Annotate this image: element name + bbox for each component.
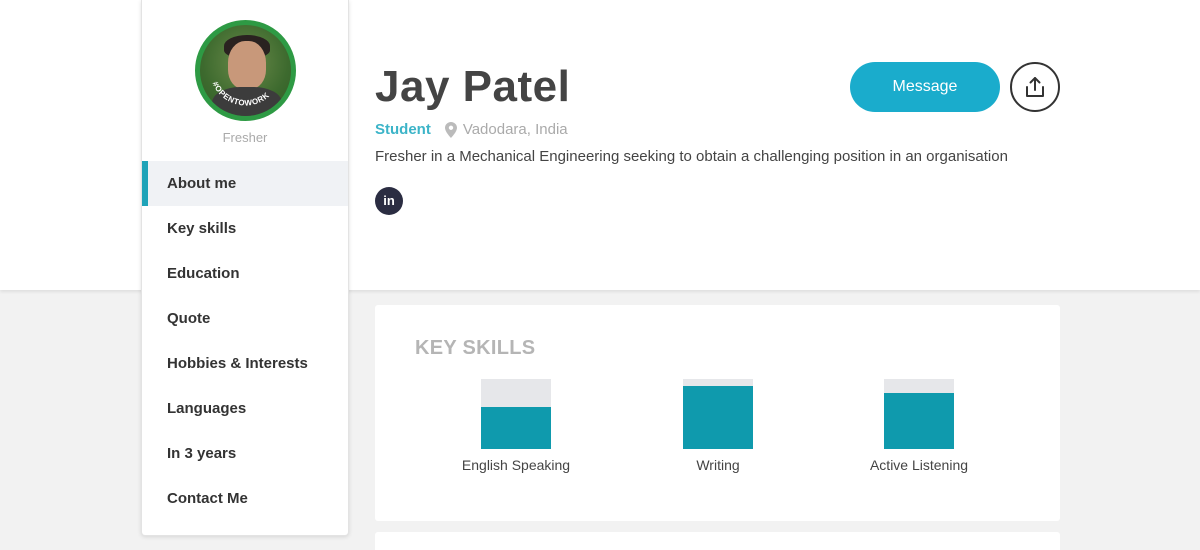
profile-status-line: Student Vadodara, India [375, 121, 568, 138]
sidebar-nav: About me Key skills Education Quote Hobb… [142, 161, 348, 521]
nav-item-languages[interactable]: Languages [142, 386, 348, 431]
nav-item-contact-me[interactable]: Contact Me [142, 476, 348, 521]
skill-label: English Speaking [461, 457, 571, 473]
skill-bar-track [884, 379, 954, 449]
location-pin-icon [444, 121, 457, 138]
profile-caption: Fresher [222, 130, 268, 145]
profile-name: Jay Patel [375, 62, 571, 111]
nav-item-education[interactable]: Education [142, 251, 348, 296]
skill-bar-fill [683, 386, 753, 449]
profile-summary: Fresher in a Mechanical Engineering seek… [375, 148, 1008, 165]
next-section-card [375, 532, 1060, 550]
skill-writing: Writing [638, 379, 798, 473]
nav-item-quote[interactable]: Quote [142, 296, 348, 341]
key-skills-title: KEY SKILLS [415, 337, 536, 359]
share-button[interactable] [1010, 62, 1060, 112]
linkedin-icon[interactable]: in [375, 187, 403, 215]
skill-active-listening: Active Listening [839, 379, 999, 473]
profile-location: Vadodara, India [462, 121, 568, 138]
message-button[interactable]: Message [850, 62, 1000, 112]
skills-list: English Speaking Writing Active Listenin… [375, 379, 1060, 489]
skill-label: Active Listening [869, 457, 969, 473]
skill-bar-track [683, 379, 753, 449]
skill-bar-fill [481, 407, 551, 449]
skill-bar-fill [884, 393, 954, 449]
key-skills-card: KEY SKILLS English Speaking Writing Acti… [375, 305, 1060, 521]
profile-sidebar: #OPENTOWORK Fresher About me Key skills … [141, 0, 349, 536]
svg-text:#OPENTOWORK: #OPENTOWORK [211, 80, 271, 108]
nav-item-in-3-years[interactable]: In 3 years [142, 431, 348, 476]
nav-item-key-skills[interactable]: Key skills [142, 206, 348, 251]
profile-status: Student [375, 121, 431, 138]
open-to-work-badge: #OPENTOWORK [211, 80, 271, 108]
skill-bar-track [481, 379, 551, 449]
skill-english-speaking: English Speaking [436, 379, 596, 473]
nav-item-about-me[interactable]: About me [142, 161, 348, 206]
avatar: #OPENTOWORK [195, 20, 296, 121]
skill-label: Writing [696, 457, 740, 473]
share-icon [1026, 77, 1044, 97]
nav-item-hobbies-interests[interactable]: Hobbies & Interests [142, 341, 348, 386]
